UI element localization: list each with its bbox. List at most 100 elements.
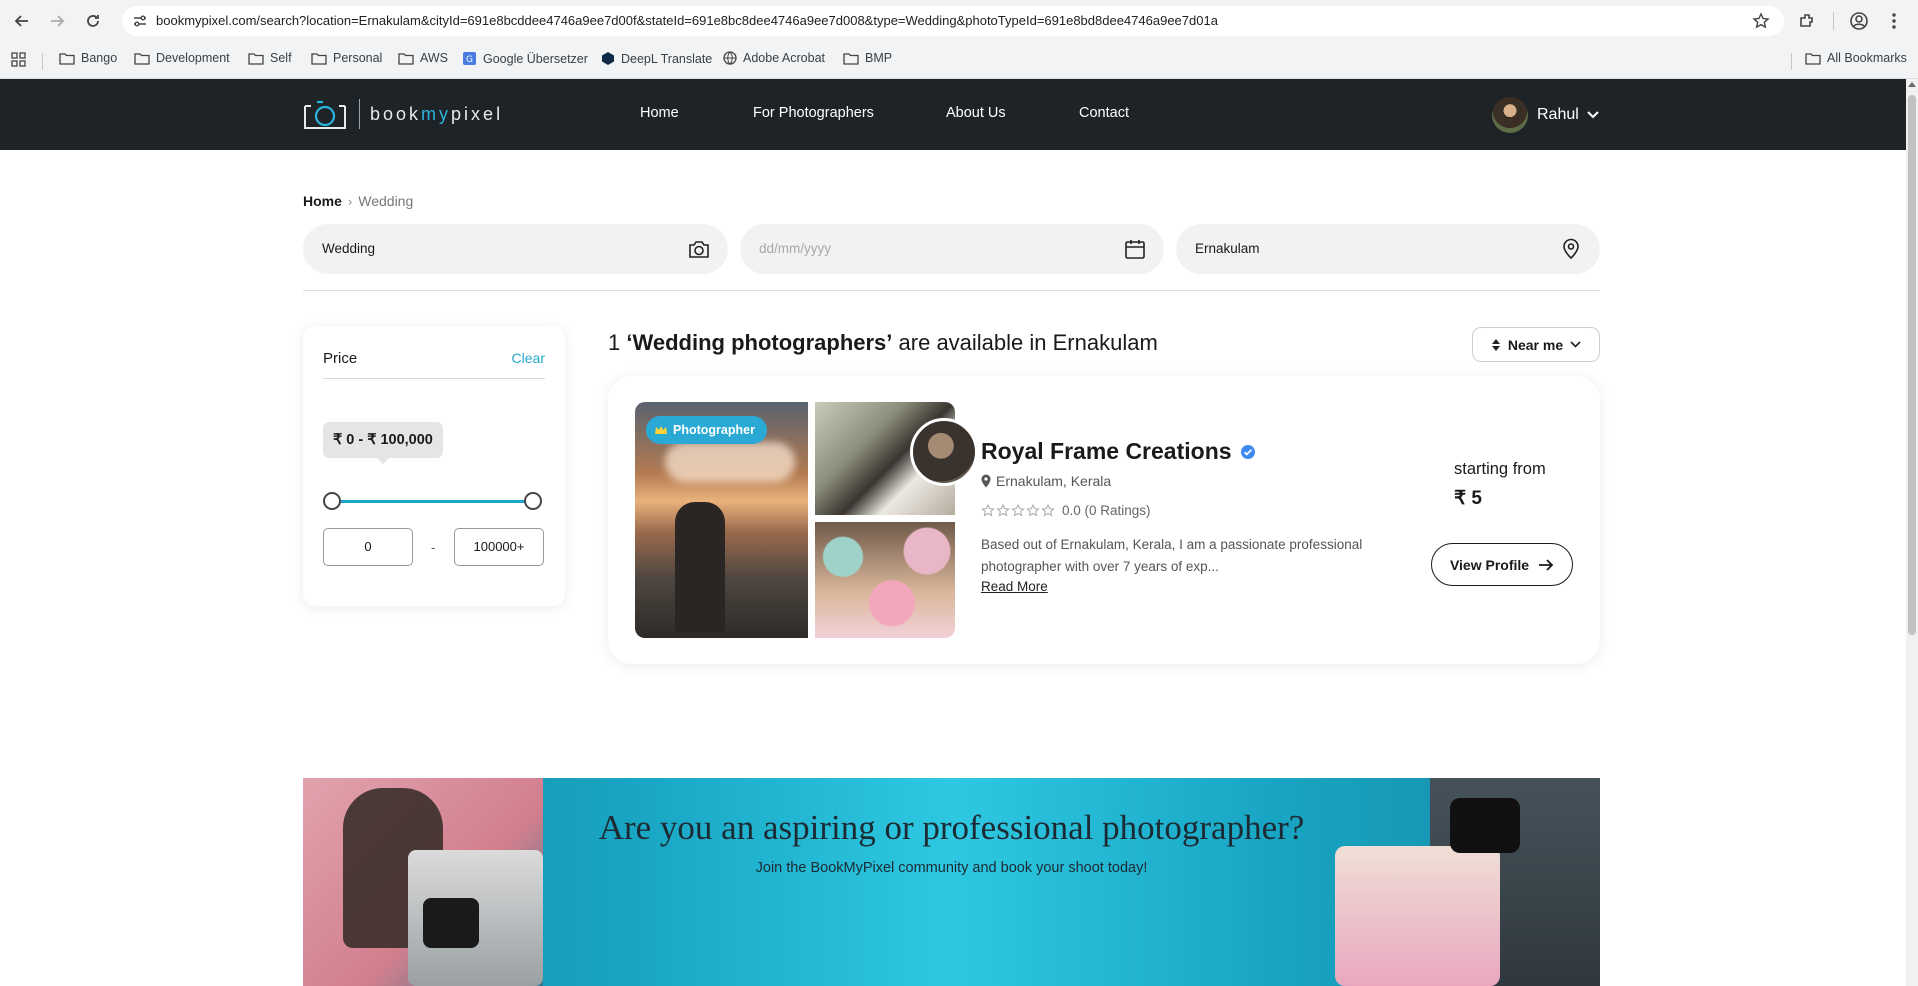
- read-more-link[interactable]: Read More: [981, 579, 1048, 594]
- more-menu-icon[interactable]: [1882, 9, 1906, 33]
- rating-row: 0.0 (0 Ratings): [981, 503, 1151, 518]
- starting-from-label: starting from: [1454, 460, 1546, 478]
- sort-dropdown[interactable]: Near me: [1472, 327, 1600, 362]
- bookmark-link[interactable]: G Google Übersetzer: [462, 51, 588, 66]
- breadcrumb-home[interactable]: Home: [303, 193, 342, 209]
- site-logo[interactable]: bookmypixel: [303, 97, 503, 131]
- scroll-up-arrow[interactable]: [1908, 82, 1916, 87]
- avatar: [1492, 97, 1528, 133]
- view-profile-button[interactable]: View Profile: [1431, 543, 1573, 586]
- badge-label: Photographer: [673, 423, 755, 437]
- range-dash: -: [431, 540, 436, 555]
- folder-icon: [1805, 52, 1821, 65]
- bookmark-label: Development: [156, 51, 230, 65]
- results-heading: 1 ‘Wedding photographers’ are available …: [608, 330, 1158, 356]
- folder-icon: [398, 52, 414, 65]
- star-icon: [981, 503, 995, 516]
- folder-icon: [59, 52, 75, 65]
- photo-type-field[interactable]: Wedding: [303, 224, 728, 274]
- toolbar-divider: [1833, 12, 1834, 30]
- svg-text:G: G: [466, 55, 473, 65]
- starting-price: ₹ 5: [1454, 488, 1482, 509]
- address-bar[interactable]: bookmypixel.com/search?location=Ernakula…: [122, 6, 1784, 36]
- price-slider-track[interactable]: [331, 500, 537, 503]
- star-icon: [1011, 503, 1025, 516]
- nav-home[interactable]: Home: [640, 105, 679, 121]
- price-slider-min-handle[interactable]: [323, 492, 341, 510]
- arrow-right-icon: [1539, 558, 1554, 571]
- bookmarks-bar: Bango Development Self Personal AWS G Goo…: [0, 42, 1918, 79]
- bookmark-label: Adobe Acrobat: [743, 51, 826, 65]
- bookmark-label: Bango: [81, 51, 118, 65]
- url-text[interactable]: bookmypixel.com/search?location=Ernakula…: [156, 13, 1218, 28]
- bookmark-link[interactable]: DeepL Translate: [601, 51, 712, 66]
- bookmark-folder[interactable]: Self: [248, 51, 292, 65]
- nav-contact[interactable]: Contact: [1079, 105, 1129, 121]
- studio-location: Ernakulam, Kerala: [981, 473, 1111, 489]
- site-header: bookmypixel Home For Photographers About…: [0, 79, 1906, 150]
- bookmark-label: Google Übersetzer: [483, 51, 588, 66]
- bookmark-folder[interactable]: AWS: [398, 51, 448, 65]
- chevron-down-icon: [1587, 111, 1599, 119]
- breadcrumb-separator: ›: [347, 193, 353, 209]
- date-field[interactable]: dd/mm/yyyy: [740, 224, 1164, 274]
- apps-grid-icon[interactable]: [11, 52, 26, 67]
- bookmark-label: BMP: [865, 51, 893, 65]
- translate-icon: G: [463, 52, 476, 65]
- star-icon: [1026, 503, 1040, 516]
- divider: [323, 378, 545, 379]
- user-menu[interactable]: Rahul: [1492, 97, 1599, 133]
- photographer-avatar[interactable]: [910, 418, 978, 486]
- profile-icon[interactable]: [1847, 9, 1871, 33]
- bookmark-folder[interactable]: Personal: [311, 51, 382, 65]
- studio-description: Based out of Ernakulam, Kerala, I am a p…: [981, 537, 1363, 574]
- date-placeholder: dd/mm/yyyy: [759, 241, 832, 256]
- portfolio-image-main[interactable]: Photographer: [635, 402, 808, 638]
- bookmark-star-icon[interactable]: [1752, 12, 1770, 35]
- view-profile-label: View Profile: [1449, 556, 1530, 573]
- location-value: Ernakulam: [1195, 241, 1260, 256]
- location-pin-icon[interactable]: [1560, 238, 1582, 260]
- folder-icon: [311, 52, 327, 65]
- reload-icon[interactable]: [81, 9, 105, 33]
- clear-filter-button[interactable]: Clear: [512, 350, 545, 366]
- results-suffix: are available in Ernakulam: [898, 330, 1158, 355]
- max-price-input[interactable]: 100000+: [454, 528, 544, 566]
- image-detail: [665, 442, 795, 482]
- scrollbar-thumb[interactable]: [1908, 95, 1916, 635]
- min-price-input[interactable]: 0: [323, 528, 413, 566]
- nav-for-photographers[interactable]: For Photographers: [753, 105, 874, 121]
- nav-about-us[interactable]: About Us: [946, 105, 1006, 121]
- bookmark-label: Self: [270, 51, 292, 65]
- rating-text: 0.0 (0 Ratings): [1062, 503, 1151, 518]
- price-slider-max-handle[interactable]: [524, 492, 542, 510]
- page-scrollbar[interactable]: [1906, 79, 1918, 986]
- banner-subtitle: Join the BookMyPixel community and book …: [755, 860, 1148, 876]
- results-count: 1: [608, 330, 621, 355]
- bookmark-folder[interactable]: Development: [134, 51, 230, 65]
- user-name: Rahul: [1537, 106, 1579, 123]
- bookmark-folder[interactable]: BMP: [843, 51, 892, 65]
- studio-name[interactable]: Royal Frame Creations: [981, 438, 1256, 465]
- calendar-icon[interactable]: [1124, 238, 1146, 260]
- crown-icon: [655, 425, 667, 434]
- bookmark-link[interactable]: Adobe Acrobat: [723, 51, 825, 65]
- photographer-card[interactable]: Photographer Royal Frame Creations Ernak…: [608, 376, 1600, 664]
- site-info-icon[interactable]: [132, 13, 148, 34]
- star-rating: [981, 503, 1055, 518]
- bookmark-label: Personal: [333, 51, 383, 65]
- results-category: ‘Wedding photographers’: [626, 330, 893, 355]
- camera-icon[interactable]: [688, 238, 710, 260]
- forward-icon[interactable]: [45, 9, 69, 33]
- globe-icon: [723, 51, 737, 65]
- portfolio-image-baby[interactable]: [815, 522, 955, 638]
- star-icon: [1041, 503, 1055, 516]
- divider: [303, 290, 1600, 291]
- bookmark-folder[interactable]: Bango: [59, 51, 117, 65]
- location-field[interactable]: Ernakulam: [1176, 224, 1600, 274]
- bookmark-label: DeepL Translate: [621, 51, 713, 66]
- chevron-down-icon: [1570, 341, 1581, 348]
- all-bookmarks-button[interactable]: All Bookmarks: [1805, 51, 1907, 65]
- extensions-icon[interactable]: [1795, 9, 1819, 33]
- back-icon[interactable]: [10, 9, 34, 33]
